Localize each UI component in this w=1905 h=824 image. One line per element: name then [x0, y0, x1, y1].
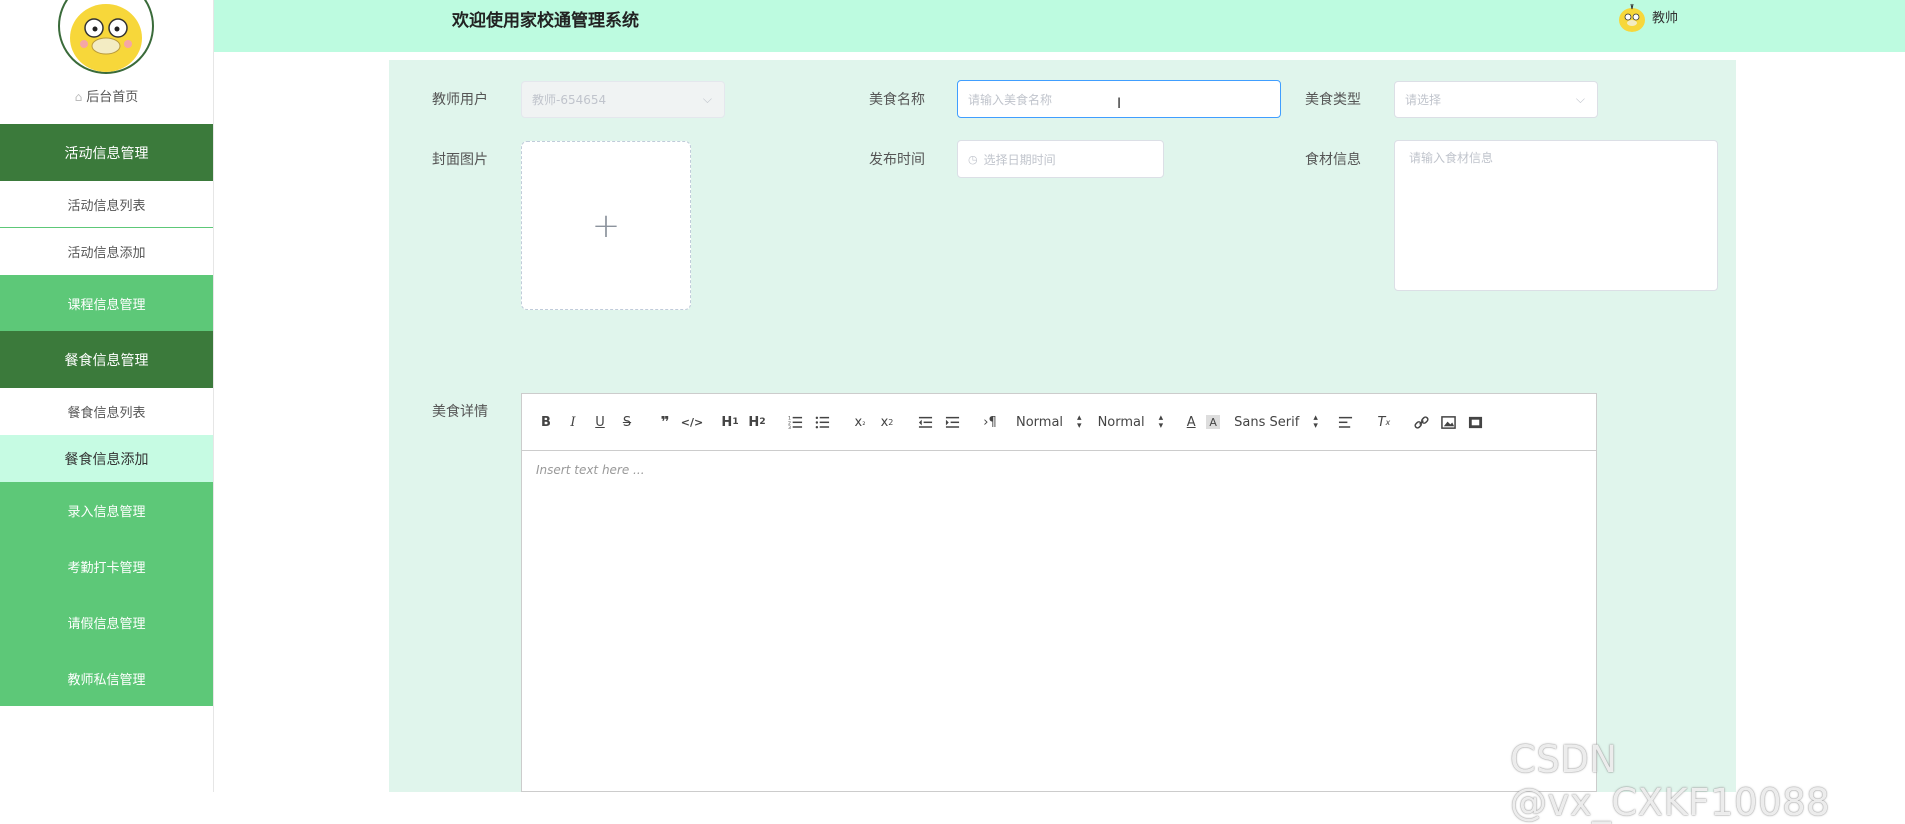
select-arrows-icon: ▴ ▾ — [1158, 413, 1164, 431]
food-type-placeholder: 请选择 — [1405, 93, 1442, 107]
menu-meal-add[interactable]: 餐食信息添加 — [0, 435, 213, 482]
align-icon[interactable] — [1334, 411, 1358, 433]
ingredients-placeholder: 请输入食材信息 — [1409, 151, 1494, 165]
ingredients-textarea[interactable]: 请输入食材信息 — [1394, 140, 1718, 291]
teacher-user-value: 教师-654654 — [532, 93, 607, 107]
menu-label: 教师私信管理 — [67, 672, 146, 688]
menu-attendance-management[interactable]: 考勤打卡管理 — [0, 538, 213, 594]
font-select-value: Sans Serif — [1234, 414, 1300, 430]
text-direction-icon[interactable]: ›¶ — [978, 411, 1002, 433]
background-color-icon[interactable]: A — [1206, 415, 1221, 429]
page-title: 欢迎使用家校通管理系统 — [452, 11, 639, 31]
home-label: 后台首页 — [86, 90, 139, 105]
bullet-list-icon[interactable] — [810, 411, 834, 433]
italic-icon[interactable]: I — [561, 411, 585, 433]
menu-activity-list[interactable]: 活动信息列表 — [0, 181, 213, 228]
header-select[interactable]: Normal ▴ ▾ — [1016, 413, 1082, 431]
header-1-icon[interactable]: H1 — [718, 411, 742, 433]
top-header: 欢迎使用家校通管理系统 教帅 — [214, 0, 1905, 52]
ordered-list-icon[interactable]: 123 — [783, 411, 807, 433]
menu-teacher-message-management[interactable]: 教师私信管理 — [0, 650, 213, 706]
plus-icon: + — [591, 205, 621, 246]
editor-placeholder: Insert text here ... — [536, 463, 645, 477]
font-color-icon[interactable]: A — [1179, 411, 1203, 433]
menu-label: 活动信息列表 — [67, 198, 146, 214]
duck-avatar-icon — [70, 4, 142, 72]
food-type-select[interactable]: 请选择 ⌵ — [1394, 81, 1598, 118]
food-type-label: 美食类型 — [1305, 92, 1361, 108]
underline-icon[interactable]: U — [588, 411, 612, 433]
teacher-user-select[interactable]: 教师-654654 ⌵ — [521, 81, 725, 118]
text-cursor-icon: I — [1117, 96, 1122, 112]
home-icon: ⌂ — [74, 90, 83, 104]
size-select-value: Normal — [1097, 414, 1145, 430]
duck-avatar-icon — [1619, 3, 1645, 32]
chevron-down-icon: ⌵ — [702, 92, 712, 106]
menu-label: 活动信息添加 — [67, 246, 146, 261]
code-block-icon[interactable]: </> — [680, 411, 704, 433]
outdent-icon[interactable] — [913, 411, 937, 433]
menu-activity-add[interactable]: 活动信息添加 — [0, 228, 213, 275]
menu-label: 录入信息管理 — [67, 504, 146, 520]
clear-format-icon[interactable]: Tx — [1372, 411, 1396, 433]
menu-label: 考勤打卡管理 — [67, 560, 146, 576]
select-arrows-icon: ▴ ▾ — [1313, 413, 1318, 431]
publish-time-label: 发布时间 — [869, 152, 925, 168]
user-menu[interactable]: 教帅 — [1616, 0, 1678, 32]
menu-leave-management[interactable]: 请假信息管理 — [0, 594, 213, 650]
menu-label: 活动信息管理 — [64, 145, 149, 162]
menu-meal-management[interactable]: 餐食信息管理 — [0, 331, 213, 388]
teacher-user-label: 教师用户 — [432, 92, 488, 108]
select-arrows-icon: ▴ ▾ — [1077, 413, 1082, 431]
link-icon[interactable] — [1410, 411, 1434, 433]
ingredients-label: 食材信息 — [1305, 152, 1361, 168]
editor-toolbar: B I U S ❞ </> H1 H2 123 x₂ x2 ›¶ Normal ▴… — [522, 394, 1596, 451]
superscript-icon[interactable]: x2 — [875, 411, 899, 433]
size-select[interactable]: Normal ▴ ▾ — [1097, 413, 1164, 431]
form-panel: 教师用户 教师-654654 ⌵ 美食名称 请输入美食名称 I 美食类型 请选择… — [389, 60, 1736, 792]
publish-time-placeholder: 选择日期时间 — [983, 152, 1056, 167]
clock-icon: ◷ — [968, 152, 978, 166]
subscript-icon[interactable]: x₂ — [848, 411, 872, 433]
indent-icon[interactable] — [940, 411, 964, 433]
user-name: 教帅 — [1652, 10, 1679, 26]
publish-time-picker[interactable]: ◷ 选择日期时间 — [957, 140, 1164, 178]
menu-label: 餐食信息添加 — [64, 451, 149, 468]
font-select[interactable]: Sans Serif ▴ ▾ — [1234, 413, 1318, 431]
menu-activity-management[interactable]: 活动信息管理 — [0, 124, 213, 181]
food-name-placeholder: 请输入美食名称 — [968, 92, 1053, 107]
bold-icon[interactable]: B — [534, 411, 558, 433]
editor-content[interactable]: Insert text here ... — [522, 451, 1596, 489]
video-icon[interactable] — [1464, 411, 1488, 433]
avatar — [1616, 0, 1648, 32]
image-icon[interactable] — [1437, 411, 1461, 433]
details-label: 美食详情 — [432, 404, 488, 420]
menu-label: 餐食信息列表 — [67, 406, 146, 421]
menu-label: 请假信息管理 — [67, 616, 146, 632]
sidebar-menu: 活动信息管理 活动信息列表 活动信息添加 课程信息管理 餐食信息管理 餐食信息列… — [0, 124, 213, 706]
menu-meal-list[interactable]: 餐食信息列表 — [0, 388, 213, 435]
rich-text-editor: B I U S ❞ </> H1 H2 123 x₂ x2 ›¶ Normal ▴… — [521, 393, 1597, 792]
header-select-value: Normal — [1016, 414, 1064, 430]
chevron-down-icon: ⌵ — [1575, 92, 1585, 106]
watermark: CSDN @vx_CXKF10088 — [1510, 738, 1831, 824]
blockquote-icon[interactable]: ❞ — [653, 411, 677, 433]
menu-course-management[interactable]: 课程信息管理 — [0, 275, 213, 331]
cover-image-uploader[interactable]: + — [521, 141, 691, 310]
menu-label: 餐食信息管理 — [64, 352, 149, 369]
strike-icon[interactable]: S — [615, 411, 639, 433]
menu-entry-management[interactable]: 录入信息管理 — [0, 482, 213, 538]
home-link[interactable]: ⌂ 后台首页 — [0, 86, 213, 105]
svg-text:3: 3 — [788, 425, 791, 430]
sidebar: ⌂ 后台首页 活动信息管理 活动信息列表 活动信息添加 课程信息管理 餐食信息管理… — [0, 0, 214, 792]
menu-label: 课程信息管理 — [67, 297, 146, 313]
header-2-icon[interactable]: H2 — [745, 411, 769, 433]
cover-image-label: 封面图片 — [432, 152, 488, 168]
avatar[interactable] — [58, 0, 154, 74]
food-name-label: 美食名称 — [869, 92, 925, 108]
